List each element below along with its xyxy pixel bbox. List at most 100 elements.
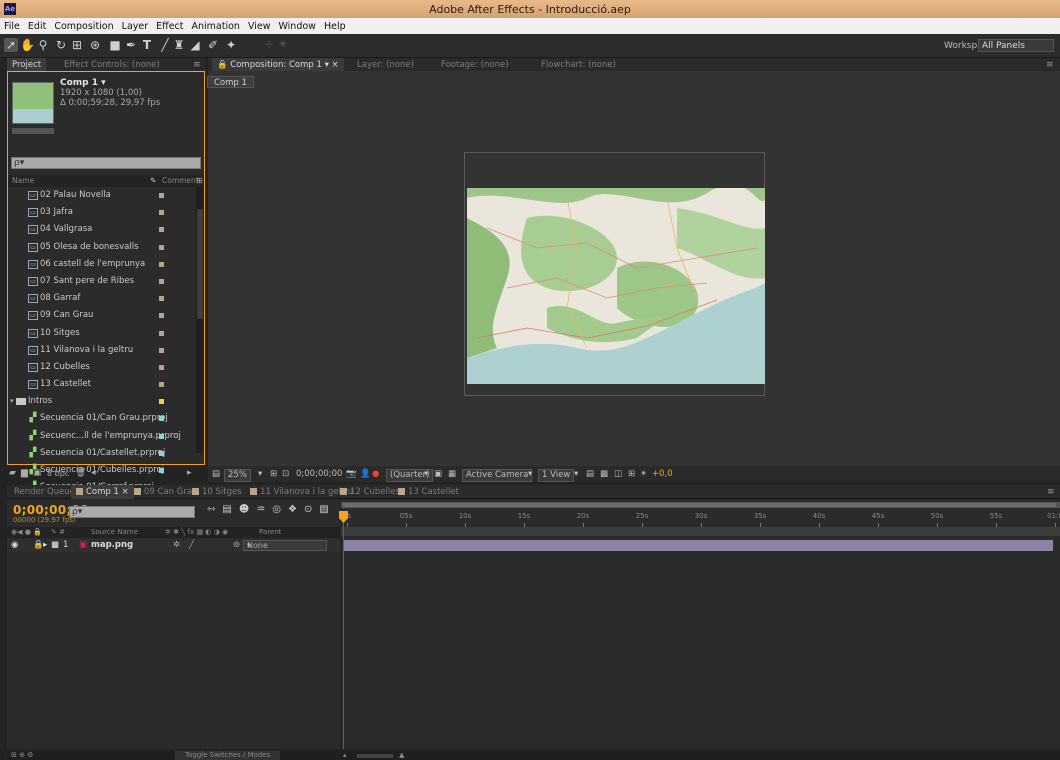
menu-file[interactable]: File xyxy=(4,21,20,32)
bit-depth-label[interactable]: 8 bpc xyxy=(47,469,69,478)
exposure-value[interactable]: +0,0 xyxy=(652,466,673,482)
label-color-swatch[interactable] xyxy=(159,364,164,370)
tab-project[interactable]: Project xyxy=(7,58,47,72)
graph-editor-icon[interactable]: ▨ xyxy=(319,504,335,515)
toggle-switches-modes-button[interactable]: Toggle Switches / Modes xyxy=(175,751,281,760)
viewer-timecode[interactable]: 0;00;00;00 xyxy=(296,466,342,482)
project-item[interactable]: ▭ 06 castell de l'emprunya xyxy=(8,256,194,273)
resolution-arrow-icon[interactable]: ▾ xyxy=(424,466,428,482)
zoom-in-icon[interactable]: ▲ xyxy=(399,751,404,760)
time-ruler[interactable]: 0s05s10s15s20s25s30s35s40s45s50s55s01:0 xyxy=(341,499,1060,537)
layer-name[interactable]: map.png xyxy=(91,539,133,552)
chevron-down-icon[interactable]: ▾ xyxy=(10,393,14,410)
tab-render-queue[interactable]: Render Queue xyxy=(9,485,80,499)
region-of-interest-icon[interactable]: ▣ xyxy=(434,466,442,482)
layer-duration-bar[interactable] xyxy=(343,540,1053,551)
label-color-swatch[interactable] xyxy=(159,296,164,302)
column-parent[interactable]: Parent xyxy=(259,527,281,538)
rectangle-tool-icon[interactable]: ■ xyxy=(108,38,122,52)
rotation-tool-icon[interactable]: ↻ xyxy=(54,38,68,52)
snapshot-icon[interactable]: 📷 xyxy=(346,466,357,482)
scroll-right-icon[interactable]: ▸ xyxy=(187,468,192,478)
timeline-icon[interactable]: ◫ xyxy=(614,466,622,482)
timeline-search-input[interactable]: ρ▾ xyxy=(69,506,195,518)
label-color-swatch[interactable] xyxy=(159,261,164,267)
zoom-slider[interactable] xyxy=(357,754,393,758)
tab-castellet[interactable]: 13 Castellet xyxy=(393,485,464,499)
toggle-pixel-aspect-icon[interactable]: ▤ xyxy=(586,466,594,482)
panel-menu-icon[interactable]: ≡ xyxy=(193,60,201,70)
interpret-footage-icon[interactable]: ▰ xyxy=(9,468,16,478)
time-navigator-track[interactable] xyxy=(341,502,1060,508)
axis-mode-icon[interactable]: ✳ xyxy=(276,38,290,52)
timeline-layer-row[interactable]: ◉ 🔒 ▸ ■ 1 ▣ map.png ✲ ╱ ⊚ None ▾ xyxy=(7,539,340,552)
eye-icon[interactable]: ◉ xyxy=(11,539,18,552)
tab-footage[interactable]: Footage: (none) xyxy=(436,58,514,72)
hide-shy-layers-icon[interactable]: ☻ xyxy=(239,504,256,515)
panel-menu-icon[interactable]: ≡ xyxy=(1047,487,1055,497)
view-layout-arrow-icon[interactable]: ▾ xyxy=(574,466,578,482)
menu-layer[interactable]: Layer xyxy=(122,21,149,32)
column-comment[interactable]: Comment xyxy=(162,175,199,187)
label-color-swatch[interactable] xyxy=(159,244,164,250)
label-color-swatch[interactable] xyxy=(159,347,164,353)
eraser-tool-icon[interactable]: ◢ xyxy=(188,38,202,52)
project-item[interactable]: ▭ 02 Palau Novella xyxy=(8,187,194,204)
magnification-arrow-icon[interactable]: ▾ xyxy=(258,466,262,482)
label-color-swatch[interactable] xyxy=(159,450,164,456)
pen-tool-icon[interactable]: ✒ xyxy=(124,38,138,52)
label-color-swatch[interactable] xyxy=(159,313,164,319)
label-color-swatch[interactable] xyxy=(159,330,164,336)
scroll-left-icon[interactable]: ◂ xyxy=(91,468,96,478)
project-item[interactable]: ▞ Secuenc...ll de l'emprunya.prproj xyxy=(8,428,194,445)
label-color-swatch[interactable] xyxy=(159,193,164,198)
tab-flowchart[interactable]: Flowchart: (none) xyxy=(536,58,621,72)
color-channel-icon[interactable]: ● xyxy=(372,466,379,482)
project-item[interactable]: ▭ 11 Vilanova i la geltru xyxy=(8,342,194,359)
tab-layer[interactable]: Layer: (none) xyxy=(352,58,419,72)
project-scrollbar[interactable] xyxy=(196,187,204,453)
menu-window[interactable]: Window xyxy=(278,21,315,32)
grid-icon[interactable]: ⊞ xyxy=(270,466,277,482)
comp-navigator-chip[interactable]: Comp 1 xyxy=(207,76,254,88)
expand-layer-icon[interactable]: ▸ xyxy=(43,539,47,552)
menu-edit[interactable]: Edit xyxy=(28,21,46,32)
flowchart-icon[interactable]: ⊞ xyxy=(196,176,203,185)
project-item[interactable]: ▭ 04 Vallgrasa xyxy=(8,221,194,238)
mask-visibility-icon[interactable]: ⊡ xyxy=(282,466,289,482)
lock-icon[interactable]: 🔒 xyxy=(33,539,44,552)
new-comp-icon[interactable]: ▣ xyxy=(33,468,42,478)
label-color-swatch[interactable] xyxy=(159,278,164,284)
project-item[interactable]: ▭ 08 Garraf xyxy=(8,290,194,307)
tab-effect-controls[interactable]: Effect Controls: (none) xyxy=(59,58,165,72)
shy-switch-icon[interactable]: ✲ xyxy=(173,539,180,552)
frame-blending-icon[interactable]: ♒ xyxy=(256,504,272,515)
project-search-input[interactable]: ρ▾ xyxy=(11,157,201,169)
selected-comp-name[interactable]: Comp 1 ▾ xyxy=(60,78,106,88)
project-item[interactable]: ▭ 10 Sitges xyxy=(8,325,194,342)
project-item[interactable]: ▞ Secuencia 01/Castellet.prproj xyxy=(8,445,194,462)
project-item[interactable]: ▞ Secuencia 01/Can Grau.prproj xyxy=(8,410,194,427)
flowchart-icon[interactable]: ⊞ xyxy=(628,466,635,482)
zoom-tool-icon[interactable]: ⚲ xyxy=(36,38,50,52)
type-tool-icon[interactable]: T xyxy=(140,38,154,52)
label-color-swatch[interactable] xyxy=(159,210,164,216)
fast-previews-icon[interactable]: ▩ xyxy=(600,466,608,482)
hand-tool-icon[interactable]: ✋ xyxy=(20,38,35,52)
label-color-swatch[interactable] xyxy=(159,416,164,422)
exposure-icon[interactable]: ✴ xyxy=(640,466,647,482)
motion-blur-icon[interactable]: ◎ xyxy=(272,504,288,515)
zoom-out-icon[interactable]: ▴ xyxy=(343,751,347,760)
auto-keyframe-icon[interactable]: ⊙ xyxy=(304,504,319,515)
label-color-icon[interactable]: ■ xyxy=(51,539,59,552)
project-item[interactable]: ▭ 09 Can Grau xyxy=(8,307,194,324)
camera-orbit-tool-icon[interactable]: ⊞ xyxy=(70,38,84,52)
show-snapshot-icon[interactable]: 👤 xyxy=(360,466,371,482)
work-area-bar[interactable] xyxy=(341,527,1060,536)
menu-composition[interactable]: Composition xyxy=(54,21,113,32)
roto-brush-tool-icon[interactable]: ✐ xyxy=(206,38,220,52)
panel-menu-icon[interactable]: ≡ xyxy=(1046,60,1054,70)
draft-3d-icon[interactable]: ▤ xyxy=(222,504,238,515)
lock-icon[interactable]: 🔒 xyxy=(217,60,228,70)
clone-stamp-tool-icon[interactable]: ♜ xyxy=(172,38,186,52)
